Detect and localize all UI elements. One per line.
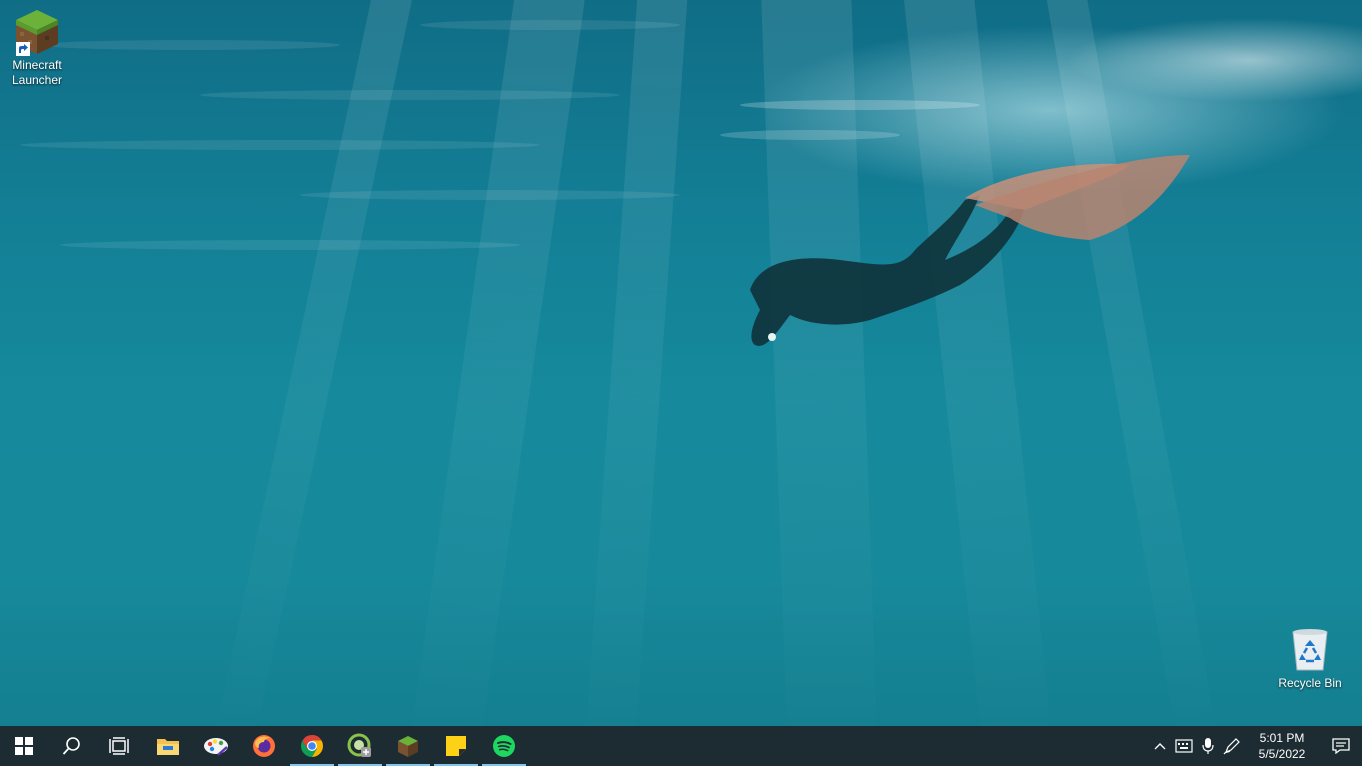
microphone-icon <box>1202 738 1214 754</box>
spotify-icon <box>493 735 515 757</box>
water-ripple <box>20 140 540 150</box>
light-ray <box>582 0 690 726</box>
sticky-notes-icon <box>446 736 466 756</box>
chevron-up-icon <box>1154 743 1166 750</box>
water-ripple <box>300 190 680 200</box>
desktop-icon-recycle-bin[interactable]: Recycle Bin <box>1273 624 1347 691</box>
task-view-icon <box>109 737 129 755</box>
search-icon <box>62 737 80 755</box>
microphone-button[interactable] <box>1196 726 1220 766</box>
water-ripple <box>40 40 340 50</box>
shortcut-arrow-icon <box>16 42 30 56</box>
notification-icon <box>1332 738 1350 754</box>
clock-date: 5/5/2022 <box>1258 747 1306 761</box>
water-ripple <box>740 100 980 110</box>
search-button[interactable] <box>48 726 96 766</box>
action-center-button[interactable] <box>1320 726 1362 766</box>
water-ripple <box>420 20 680 30</box>
desktop-icon-label: Minecraft Launcher <box>11 58 63 87</box>
pen-icon <box>1223 738 1240 755</box>
windows-start-icon <box>15 737 33 755</box>
taskbar-app-chrome[interactable] <box>288 726 336 766</box>
clock-time: 5:01 PM <box>1259 731 1305 745</box>
taskbar-app-firefox[interactable] <box>240 726 288 766</box>
minecraft-grass-block-icon <box>12 6 62 56</box>
task-view-button[interactable] <box>96 726 144 766</box>
taskbar-app-sticky-notes[interactable] <box>432 726 480 766</box>
taskbar: 5:01 PM 5/5/2022 <box>0 726 1362 766</box>
clock[interactable]: 5:01 PM 5/5/2022 <box>1250 730 1314 762</box>
recycle-bin-icon <box>1285 624 1335 674</box>
light-ray <box>406 0 590 726</box>
chrome-icon <box>301 735 323 757</box>
taskbar-app-file-explorer[interactable] <box>144 726 192 766</box>
folder-icon <box>157 739 179 755</box>
water-ripple <box>720 130 900 140</box>
touch-keyboard-button[interactable] <box>1172 726 1196 766</box>
minecraft-grass-block-icon <box>398 736 418 757</box>
taskbar-app-minecraft[interactable] <box>384 726 432 766</box>
start-button[interactable] <box>0 726 48 766</box>
water-ripple <box>60 240 520 250</box>
system-tray: 5:01 PM 5/5/2022 <box>1148 726 1362 766</box>
desktop[interactable]: Minecraft Launcher Recycle Bin <box>0 0 1362 726</box>
light-ray <box>209 0 420 726</box>
light-ray <box>1040 0 1223 726</box>
taskbar-app-spotify[interactable] <box>480 726 528 766</box>
windows-ink-button[interactable] <box>1220 726 1244 766</box>
keyboard-icon <box>1175 739 1193 753</box>
desktop-icon-minecraft-launcher[interactable]: Minecraft Launcher <box>0 6 74 88</box>
water-ripple <box>200 90 620 100</box>
taskbar-app-paint[interactable] <box>192 726 240 766</box>
firefox-icon <box>253 735 275 757</box>
taskbar-app-green-circle[interactable] <box>336 726 384 766</box>
freediver-figure <box>750 155 1190 346</box>
show-hidden-icons-button[interactable] <box>1148 726 1172 766</box>
paint-palette-icon <box>204 738 228 756</box>
desktop-icon-label: Recycle Bin <box>1278 676 1342 690</box>
green-circle-app-icon <box>347 733 371 757</box>
